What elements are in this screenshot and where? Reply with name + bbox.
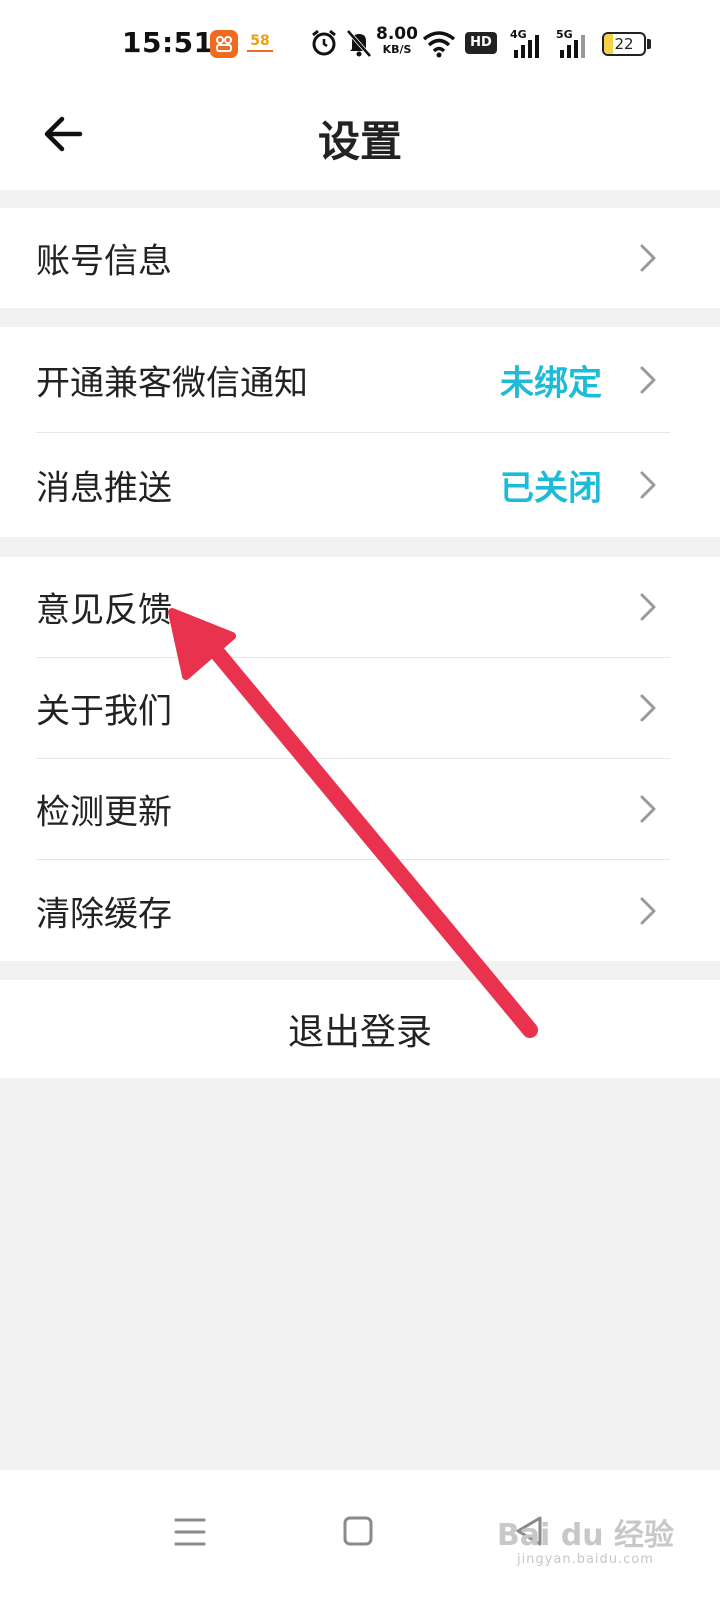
clear-cache-label: 清除缓存 (36, 894, 172, 934)
chevron-right-icon (640, 366, 656, 393)
mute-bell-icon (345, 28, 373, 62)
chevron-right-icon (640, 593, 656, 621)
settings-row-account-info[interactable]: 账号信息 (0, 208, 720, 308)
settings-row-feedback[interactable]: 意见反馈 (0, 557, 720, 657)
message-push-status: 已关闭 (500, 468, 602, 509)
battery-tip (647, 39, 651, 49)
feedback-label: 意见反馈 (36, 590, 172, 631)
settings-group-notifications: 开通兼客微信通知 未绑定 消息推送 已关闭 (0, 327, 720, 537)
chevron-right-icon (640, 694, 656, 722)
settings-row-message-push[interactable]: 消息推送 已关闭 (0, 433, 720, 537)
settings-row-check-update[interactable]: 检测更新 (0, 759, 720, 859)
hd-icon: HD (465, 32, 497, 54)
speed-value: 8.00 (376, 24, 418, 44)
watermark-brand: Bai du 经验 (496, 1518, 674, 1553)
alarm-icon (310, 28, 338, 62)
chevron-right-icon (640, 795, 656, 823)
logout-label: 退出登录 (287, 1012, 432, 1053)
status-bar: 15:51 58 8.00 KB/S HD 4G 5G 22 (0, 0, 720, 92)
menu-nav-button[interactable] (166, 1508, 214, 1556)
app-notification-icon (210, 30, 238, 58)
chevron-right-icon (640, 244, 656, 272)
wechat-notify-label: 开通兼客微信通知 (36, 363, 308, 403)
app-58-icon: 58 (244, 30, 276, 58)
home-nav-button[interactable] (334, 1508, 382, 1556)
app-58-badge: 58 (250, 32, 270, 49)
network-speed: 8.00 KB/S (376, 26, 418, 57)
settings-row-about-us[interactable]: 关于我们 (0, 658, 720, 758)
speed-unit: KB/S (382, 43, 412, 56)
settings-row-clear-cache[interactable]: 清除缓存 (0, 860, 720, 961)
settings-group-general: 意见反馈 关于我们 检测更新 清除缓存 (0, 557, 720, 961)
status-time: 15:51 (122, 26, 214, 59)
account-info-label: 账号信息 (36, 241, 172, 282)
wechat-notify-status: 未绑定 (500, 363, 602, 403)
about-us-label: 关于我们 (36, 691, 172, 732)
wifi-icon (422, 30, 456, 62)
signal-4g-icon: 4G (510, 28, 546, 58)
page-title: 设置 (317, 117, 402, 166)
chevron-right-icon (640, 897, 656, 924)
check-update-label: 检测更新 (36, 792, 172, 833)
home-square-icon (343, 1516, 373, 1546)
signal-5g-icon: 5G (556, 28, 592, 58)
settings-row-wechat-notify[interactable]: 开通兼客微信通知 未绑定 (0, 327, 720, 432)
chevron-right-icon (640, 471, 656, 499)
battery-level: 22 (614, 35, 634, 53)
baidu-watermark: Bai du 经验 jingyan.baidu.com (497, 1510, 674, 1567)
menu-lines-icon (174, 1518, 206, 1546)
header-bar: 设置 (0, 92, 720, 190)
settings-group-account: 账号信息 (0, 208, 720, 308)
message-push-label: 消息推送 (36, 468, 172, 509)
logout-button[interactable]: 退出登录 (0, 980, 720, 1078)
battery-icon: 22 (602, 32, 646, 56)
watermark-url: jingyan.baidu.com (516, 1552, 654, 1567)
